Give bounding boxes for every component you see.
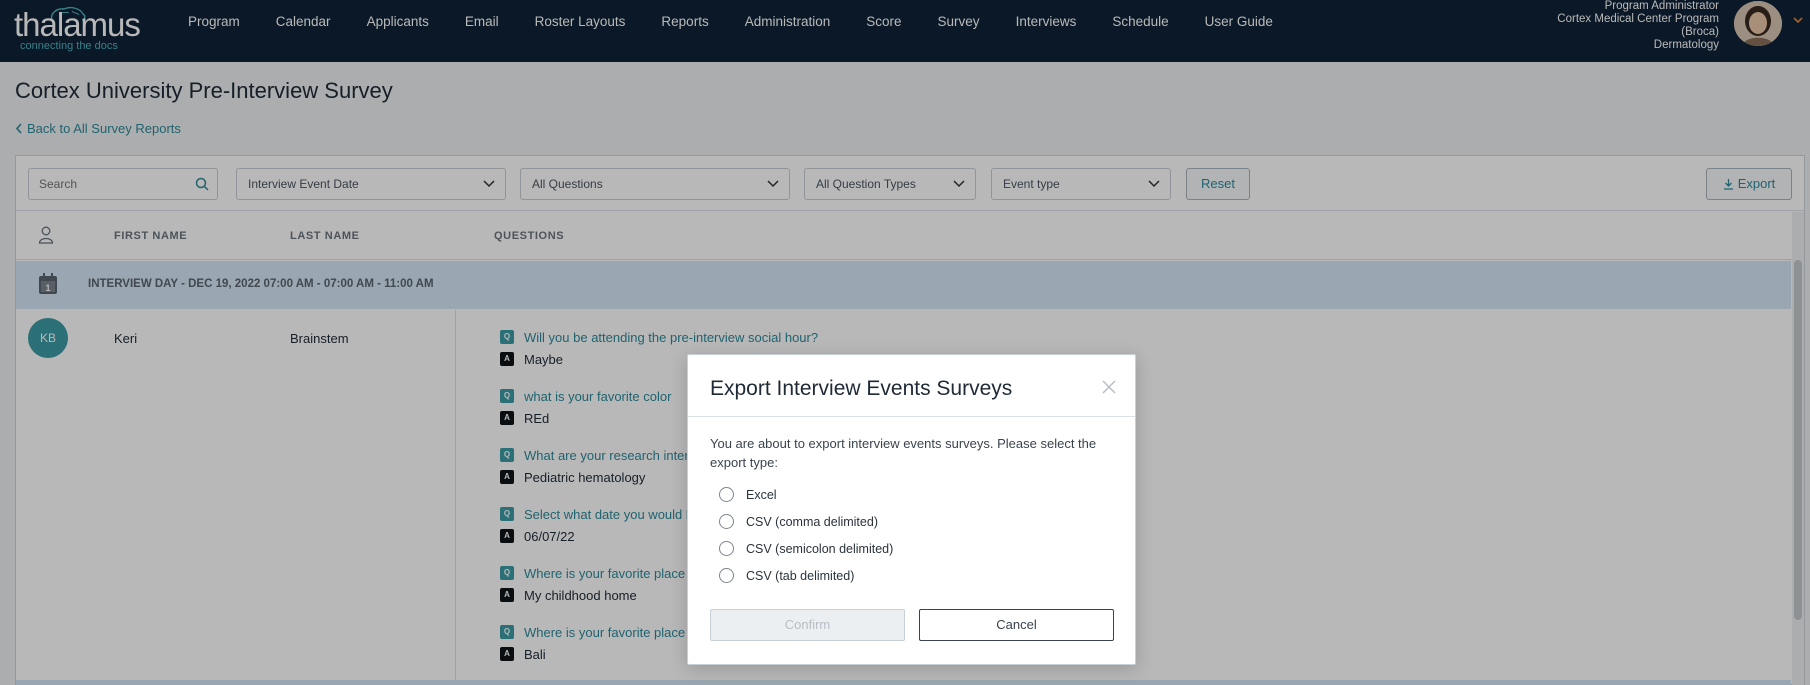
modal-divider — [688, 416, 1135, 417]
close-icon[interactable] — [1099, 377, 1119, 397]
option-label: CSV (comma delimited) — [746, 514, 878, 529]
modal-description: You are about to export interview events… — [710, 436, 1097, 470]
export-option-csv-comma[interactable]: CSV (comma delimited) — [719, 514, 878, 529]
radio-button[interactable] — [719, 541, 734, 556]
option-label: Excel — [746, 487, 777, 502]
option-label: CSV (semicolon delimited) — [746, 541, 894, 556]
radio-button[interactable] — [719, 568, 734, 583]
radio-button[interactable] — [719, 487, 734, 502]
export-option-excel[interactable]: Excel — [719, 487, 777, 502]
modal-title: Export Interview Events Surveys — [710, 377, 1013, 400]
export-option-csv-tab[interactable]: CSV (tab delimited) — [719, 568, 854, 583]
export-surveys-modal: Export Interview Events Surveys You are … — [687, 354, 1136, 665]
confirm-button[interactable]: Confirm — [710, 609, 905, 641]
export-option-csv-semicolon[interactable]: CSV (semicolon delimited) — [719, 541, 893, 556]
cancel-button[interactable]: Cancel — [919, 609, 1114, 641]
radio-button[interactable] — [719, 514, 734, 529]
option-label: CSV (tab delimited) — [746, 568, 855, 583]
